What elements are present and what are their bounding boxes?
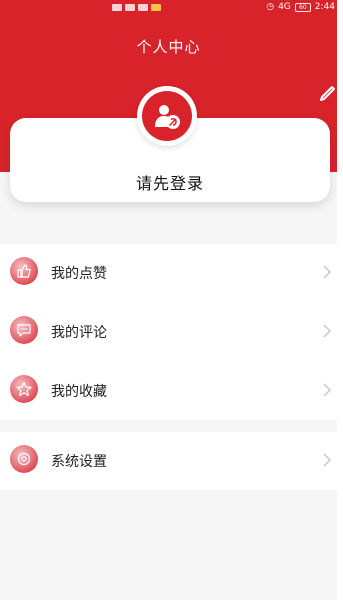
avatar-circle: [142, 91, 192, 141]
battery-level: 60: [298, 3, 307, 11]
chevron-right-icon: [323, 453, 332, 467]
menu-item-favorites[interactable]: 我的收藏: [0, 362, 337, 420]
star-icon: [10, 375, 38, 403]
chevron-right-icon: [323, 383, 332, 397]
battery-icon: 60: [294, 2, 311, 12]
edit-button[interactable]: [318, 82, 338, 102]
pencil-icon: [320, 86, 335, 101]
chevron-right-icon: [323, 324, 332, 338]
record-icon: [138, 3, 148, 11]
menu-group-activity: 我的点赞 我的评论 我的收藏: [0, 244, 337, 420]
comment-icon: [10, 316, 38, 344]
menu-item-settings[interactable]: 系统设置: [0, 432, 337, 490]
status-time: 2:44: [314, 2, 335, 12]
status-notifications: [112, 0, 161, 14]
app-notification-icon: [151, 3, 161, 11]
alarm-icon: ◷: [266, 2, 275, 12]
menu-item-comments[interactable]: 我的评论: [0, 303, 337, 361]
status-indicators: ◷ 4G 60 2:44: [266, 0, 335, 14]
chevron-right-icon: [323, 265, 332, 279]
signal-icon: [125, 3, 135, 11]
login-prompt[interactable]: 请先登录: [10, 170, 330, 194]
menu-item-label: 我的点赞: [51, 266, 107, 282]
profile-page: ◷ 4G 60 2:44 个人中心 请先登录 我的点赞 我的评论 我的收藏 系统…: [0, 0, 343, 600]
avatar[interactable]: [137, 86, 197, 146]
menu-item-label: 我的评论: [51, 325, 107, 341]
menu-item-label: 系统设置: [51, 454, 107, 470]
menu-item-label: 我的收藏: [51, 384, 107, 400]
menu-item-likes[interactable]: 我的点赞: [0, 244, 337, 302]
network-type: 4G: [278, 2, 291, 12]
page-title: 个人中心: [136, 38, 201, 56]
user-party-icon: [155, 105, 180, 129]
settings-icon: [10, 445, 38, 473]
status-bar: ◷ 4G 60 2:44: [0, 0, 337, 14]
thumbs-up-icon: [10, 257, 38, 285]
menu-group-settings: 系统设置: [0, 432, 337, 490]
edge-strip: [337, 0, 343, 600]
notification-icon: [112, 3, 122, 11]
